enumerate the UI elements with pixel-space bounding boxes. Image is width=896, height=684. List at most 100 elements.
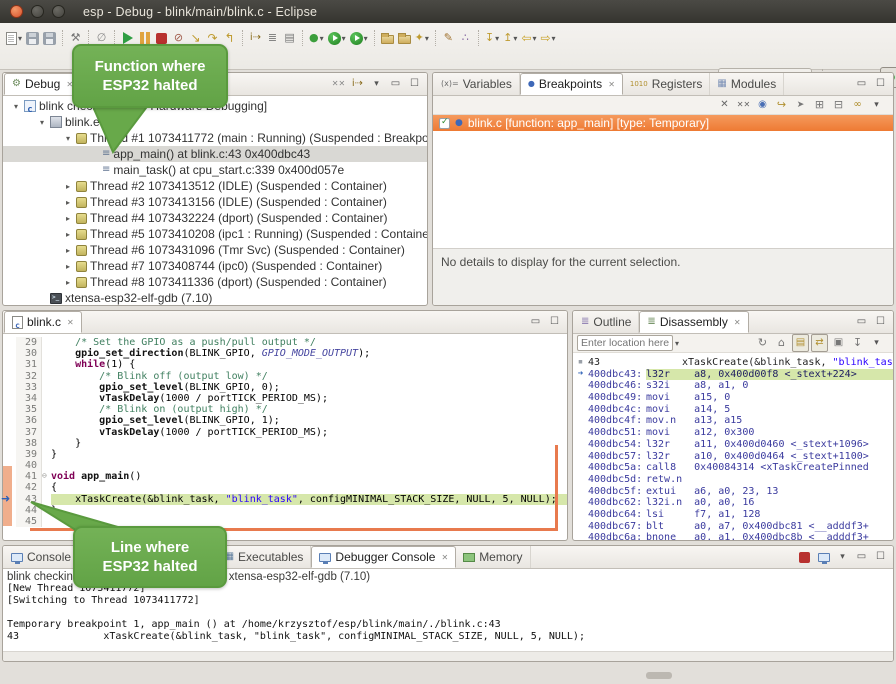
- window-close-button[interactable]: [10, 5, 23, 18]
- maximize-button[interactable]: ☐: [872, 548, 889, 566]
- close-icon[interactable]: ✕: [608, 80, 615, 89]
- go-to-file-button[interactable]: ↪: [773, 96, 790, 114]
- show-debug-toolbar-button[interactable]: ≣: [264, 27, 281, 49]
- debug-tree-row[interactable]: ≡app_main() at blink.c:43 0x400dbc43: [3, 146, 427, 162]
- dropdown-icon[interactable]: ▾: [425, 34, 429, 43]
- maximize-button[interactable]: ☐: [872, 313, 889, 331]
- tab-outline[interactable]: ≣Outline: [574, 311, 639, 333]
- expander-icon[interactable]: ▾: [37, 118, 47, 127]
- maximize-button[interactable]: ☐: [406, 75, 423, 93]
- expander-icon[interactable]: ▸: [63, 278, 73, 287]
- skip-all-button[interactable]: ➤: [792, 96, 809, 114]
- scrollbar-thumb[interactable]: [646, 672, 672, 679]
- run-button[interactable]: ▾: [326, 27, 348, 49]
- expander-icon[interactable]: ▸: [63, 246, 73, 255]
- dropdown-icon[interactable]: ▾: [364, 34, 368, 43]
- pin-editor-button[interactable]: ↧▾: [483, 27, 501, 49]
- back-button[interactable]: ⇦▾: [519, 27, 538, 49]
- window-maximize-button[interactable]: [52, 5, 65, 18]
- console-output[interactable]: [New Thread 1073411772][Switching to Thr…: [3, 583, 893, 643]
- refresh-button[interactable]: ↻: [754, 334, 771, 352]
- view-menu-button[interactable]: ▾: [868, 334, 885, 352]
- link-with-debug-button[interactable]: ∞: [849, 96, 866, 114]
- remove-button[interactable]: ✕: [716, 96, 733, 114]
- close-icon[interactable]: ✕: [734, 318, 741, 327]
- expander-icon[interactable]: ▾: [63, 134, 73, 143]
- minimize-button[interactable]: ▭: [853, 75, 870, 93]
- dropdown-icon[interactable]: ▾: [18, 34, 22, 43]
- home-button[interactable]: ⌂: [773, 334, 790, 352]
- view-menu-button[interactable]: ▾: [834, 548, 851, 566]
- tab-breakpoints[interactable]: ●Breakpoints✕: [520, 73, 623, 95]
- tab-registers[interactable]: 1010Registers: [623, 73, 711, 95]
- tab-blink-c[interactable]: blink.c✕: [4, 311, 82, 333]
- mark-occurrences-button[interactable]: ✎: [440, 27, 457, 49]
- maximize-button[interactable]: ☐: [546, 313, 563, 331]
- open-element-button[interactable]: [379, 27, 396, 49]
- link-editor-button[interactable]: ↥▾: [501, 27, 519, 49]
- sync-context-button[interactable]: ⇄: [811, 334, 828, 352]
- display-console-button[interactable]: [815, 548, 832, 566]
- search-button[interactable]: ✦▾: [413, 27, 431, 49]
- window-minimize-button[interactable]: [31, 5, 44, 18]
- location-dropdown-icon[interactable]: ▾: [675, 339, 679, 348]
- tab-executables[interactable]: ▦Executables: [218, 546, 312, 568]
- collapse-all-button[interactable]: ⊟: [830, 96, 847, 114]
- dropdown-icon[interactable]: ▾: [342, 34, 346, 43]
- pin-button[interactable]: ↧: [849, 334, 866, 352]
- debug-tree-row[interactable]: ▸Thread #2 1073413512 (IDLE) (Suspended …: [3, 178, 427, 194]
- code-editor[interactable]: 29 /* Set the GPIO as a push/pull output…: [3, 334, 567, 527]
- remove-all-terminated-button[interactable]: ✕✕: [330, 75, 347, 93]
- remove-all-button[interactable]: ✕✕: [735, 96, 752, 114]
- trace-control-button[interactable]: ▤: [281, 27, 298, 49]
- minimize-button[interactable]: ▭: [387, 75, 404, 93]
- view-menu-button[interactable]: ▾: [368, 75, 385, 93]
- annotations-button[interactable]: ∴: [457, 27, 474, 49]
- dropdown-icon[interactable]: ▾: [495, 34, 499, 43]
- view-menu-button[interactable]: ▾: [868, 96, 885, 114]
- new-button[interactable]: ▾: [4, 27, 24, 49]
- show-breakpoints-for-button[interactable]: ◉: [754, 96, 771, 114]
- tab-disassembly[interactable]: ≣Disassembly✕: [639, 311, 748, 333]
- external-tools-button[interactable]: ▾: [348, 27, 370, 49]
- forward-button[interactable]: ⇨▾: [538, 27, 557, 49]
- terminate-button[interactable]: [796, 548, 813, 566]
- dropdown-icon[interactable]: ▾: [552, 34, 556, 43]
- fold-marker-icon[interactable]: ⊖: [42, 471, 51, 482]
- console-hscrollbar[interactable]: [3, 651, 893, 661]
- open-new-view-button[interactable]: ▣: [830, 334, 847, 352]
- minimize-button[interactable]: ▭: [527, 313, 544, 331]
- dropdown-icon[interactable]: ▾: [532, 34, 536, 43]
- debug-tree-row[interactable]: ▸Thread #3 1073413156 (IDLE) (Suspended …: [3, 194, 427, 210]
- expander-icon[interactable]: ▸: [63, 230, 73, 239]
- tab-variables[interactable]: (x)=Variables: [434, 73, 520, 95]
- debug-tree-row[interactable]: ▸Thread #8 1073411336 (dport) (Suspended…: [3, 274, 427, 290]
- show-source-button[interactable]: ▤: [792, 334, 809, 352]
- debug-tree-row[interactable]: ▸Thread #7 1073408744 (ipc0) (Suspended …: [3, 258, 427, 274]
- tab-memory[interactable]: Memory: [456, 546, 530, 568]
- expander-icon[interactable]: ▸: [63, 182, 73, 191]
- minimize-button[interactable]: ▭: [853, 548, 870, 566]
- debug-tree-row[interactable]: ▸Thread #5 1073410208 (ipc1 : Running) (…: [3, 226, 427, 242]
- debug-tree-row[interactable]: ▾blink.elf: [3, 114, 427, 130]
- debug-button[interactable]: ●▾: [307, 27, 326, 49]
- minimize-button[interactable]: ▭: [853, 313, 870, 331]
- debug-tree-row[interactable]: ≡main_task() at cpu_start.c:339 0x400d05…: [3, 162, 427, 178]
- breakpoint-row[interactable]: ●blink.c [function: app_main] [type: Tem…: [433, 115, 893, 131]
- save-button[interactable]: [24, 27, 41, 49]
- maximize-button[interactable]: ☐: [872, 75, 889, 93]
- location-input[interactable]: [577, 335, 673, 351]
- expander-icon[interactable]: ▸: [63, 214, 73, 223]
- save-all-button[interactable]: [41, 27, 58, 49]
- expand-all-button[interactable]: ⊞: [811, 96, 828, 114]
- close-icon[interactable]: ✕: [441, 553, 448, 562]
- expander-icon[interactable]: ▾: [11, 102, 21, 111]
- tab-debugger-console[interactable]: Debugger Console✕: [311, 546, 456, 568]
- dropdown-icon[interactable]: ▾: [513, 34, 517, 43]
- dropdown-icon[interactable]: ▾: [320, 34, 324, 43]
- instruction-stepping-button[interactable]: i⇢: [247, 27, 264, 49]
- close-icon[interactable]: ✕: [67, 318, 74, 327]
- debug-tree-row[interactable]: ▾Thread #1 1073411772 (main : Running) (…: [3, 130, 427, 146]
- tab-modules[interactable]: ▦Modules: [710, 73, 784, 95]
- instruction-stepping-button[interactable]: i⇢: [349, 75, 366, 93]
